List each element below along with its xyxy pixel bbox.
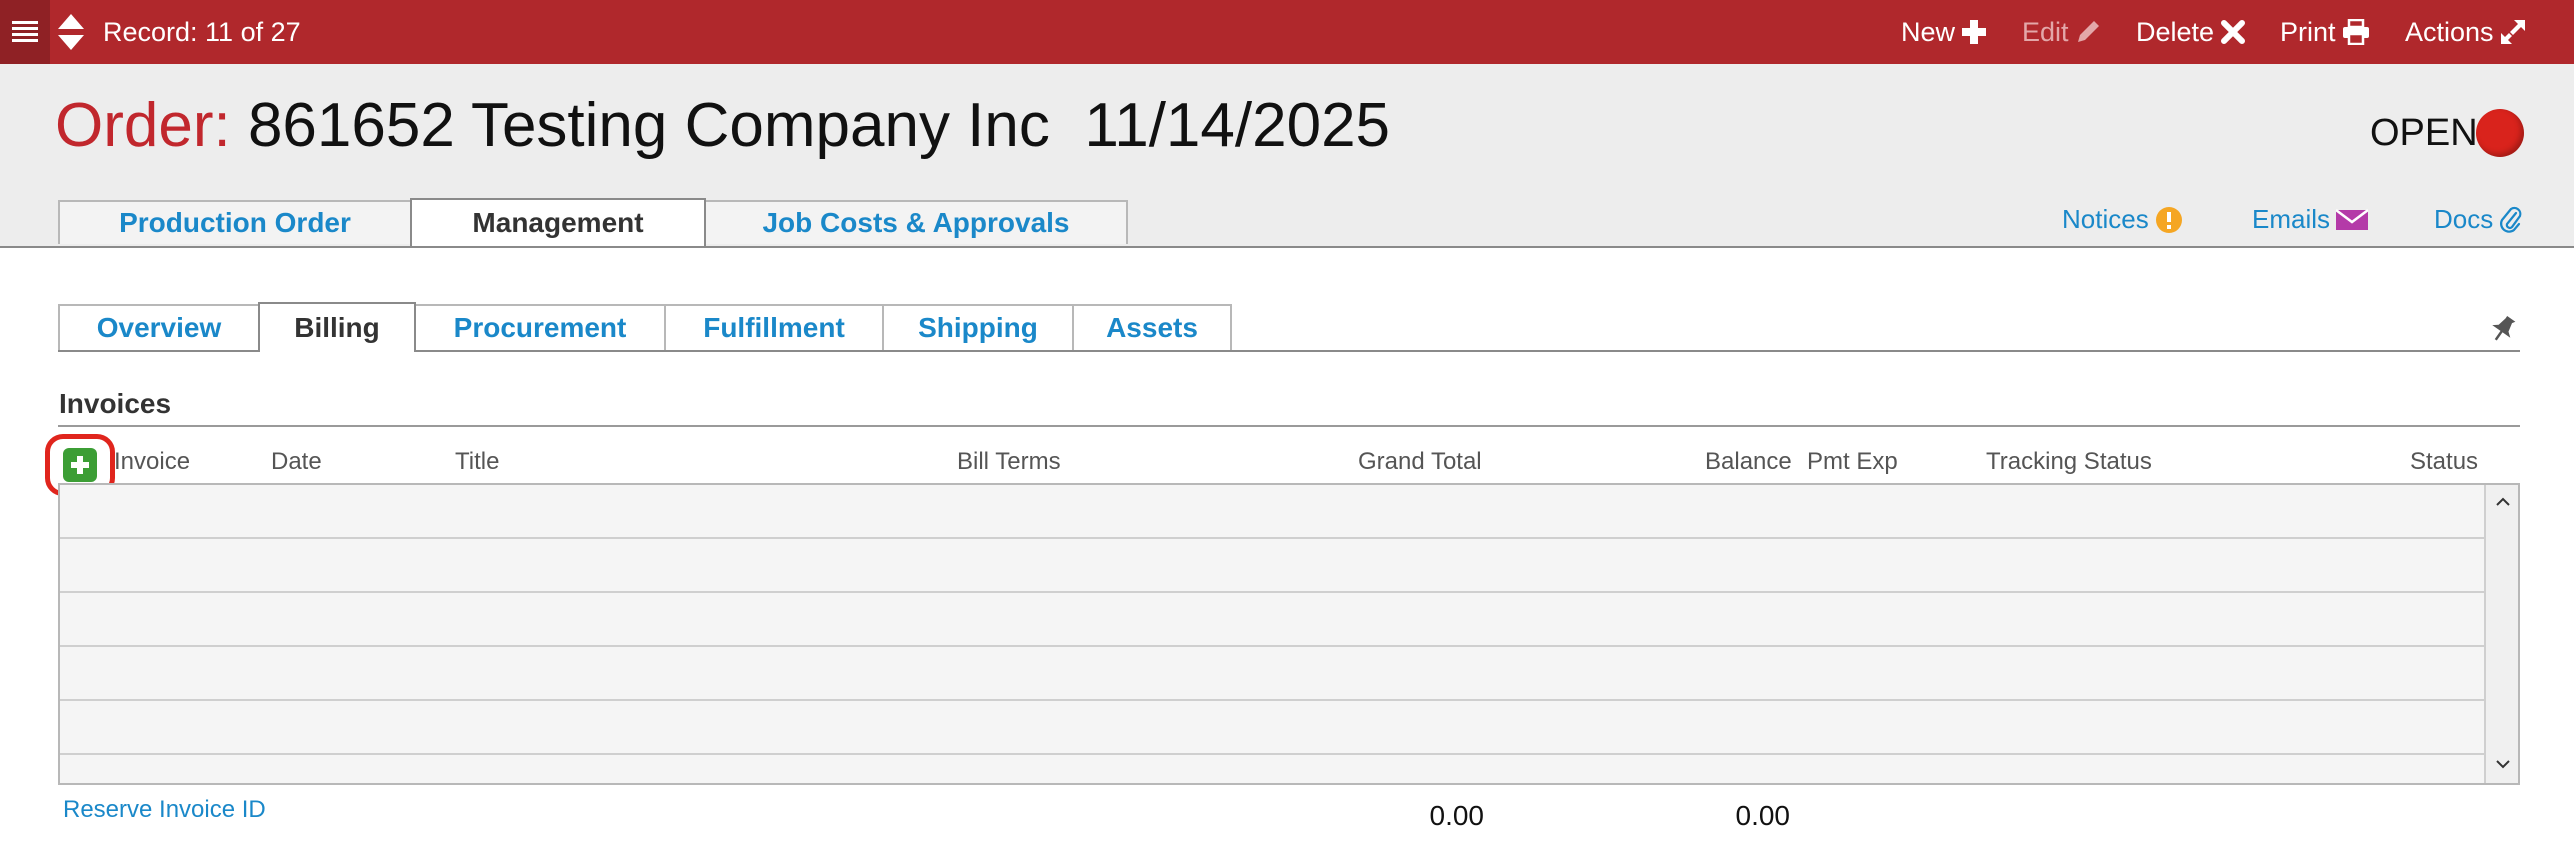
subtabs-baseline [58,350,2520,352]
table-row [60,485,2484,539]
title-text: 861652 Testing Company Inc 11/14/2025 [230,91,1391,160]
subtab-overview[interactable]: Overview [58,304,260,350]
subtab-shipping[interactable]: Shipping [882,304,1074,350]
column-header-grand-total[interactable]: Grand Total [1358,448,1482,476]
docs-link[interactable]: Docs [2434,204,2523,235]
exclamation-circle-icon [2155,206,2182,233]
column-header-status[interactable]: Status [2410,448,2478,476]
chevron-down-icon[interactable] [2486,747,2520,781]
table-row [60,647,2484,701]
x-icon [2221,20,2246,44]
tab-job-costs-approvals[interactable]: Job Costs & Approvals [704,200,1128,244]
print-button[interactable]: Print [2280,0,2370,64]
page-title: Order: 861652 Testing Company Inc 11/14/… [55,90,1390,162]
column-header-tracking-status[interactable]: Tracking Status [1986,448,2152,476]
sort-up-down-icon[interactable] [56,12,86,52]
new-button[interactable]: New [1901,0,1987,64]
subtab-assets[interactable]: Assets [1072,304,1232,350]
paperclip-icon [2500,206,2522,233]
status-indicator [2476,109,2524,157]
top-toolbar: Record: 11 of 27 New Edit Delete Print A… [0,0,2574,64]
notices-label: Notices [2062,204,2149,234]
tab-management[interactable]: Management [410,198,706,246]
tab-production-order[interactable]: Production Order [58,200,412,244]
expand-arrows-icon [2500,20,2525,44]
docs-label: Docs [2434,204,2494,234]
column-header-balance[interactable]: Balance [1705,448,1792,476]
table-row [60,539,2484,593]
column-header-bill-terms[interactable]: Bill Terms [957,448,1061,476]
grand-total-sum: 0.00 [1429,800,1485,831]
plus-icon [1962,20,1987,44]
invoices-title: Invoices [59,388,172,419]
table-row [60,701,2484,755]
actions-label: Actions [2405,17,2494,47]
edit-label: Edit [2022,17,2069,47]
column-header-date[interactable]: Date [271,448,322,476]
envelope-icon [2336,208,2369,230]
subtab-billing[interactable]: Billing [258,302,416,352]
pencil-icon [2077,21,2099,42]
printer-icon [2342,19,2369,45]
notices-link[interactable]: Notices [2062,204,2183,235]
table-row [60,593,2484,647]
subtab-fulfillment[interactable]: Fulfillment [664,304,884,350]
delete-label: Delete [2136,17,2215,47]
column-header-pmt-exp[interactable]: Pmt Exp [1807,448,1898,476]
status-label: OPEN [2370,112,2478,154]
emails-label: Emails [2252,204,2331,234]
order-header: Order: 861652 Testing Company Inc 11/14/… [0,64,2574,248]
reserve-invoice-id-link[interactable]: Reserve Invoice ID [63,796,266,824]
invoices-table [58,483,2520,785]
chevron-up-icon[interactable] [2486,485,2520,519]
print-label: Print [2280,17,2336,47]
subtab-procurement[interactable]: Procurement [414,304,666,350]
add-invoice-button[interactable] [63,448,97,482]
actions-button[interactable]: Actions [2405,0,2526,64]
plus-icon [71,456,89,474]
balance-sum: 0.00 [1735,800,1791,831]
record-counter: Record: 11 of 27 [103,17,301,47]
column-header-invoice[interactable]: Invoice [114,448,190,476]
new-label: New [1901,17,1956,47]
emails-link[interactable]: Emails [2252,204,2369,235]
invoices-divider [58,425,2520,427]
title-label: Order: [55,91,231,160]
delete-button[interactable]: Delete [2136,0,2246,64]
menu-icon[interactable] [0,0,50,64]
pin-icon[interactable] [2490,314,2516,344]
table-scrollbar[interactable] [2484,485,2518,783]
edit-button[interactable]: Edit [2022,0,2101,64]
column-header-title[interactable]: Title [455,448,499,476]
